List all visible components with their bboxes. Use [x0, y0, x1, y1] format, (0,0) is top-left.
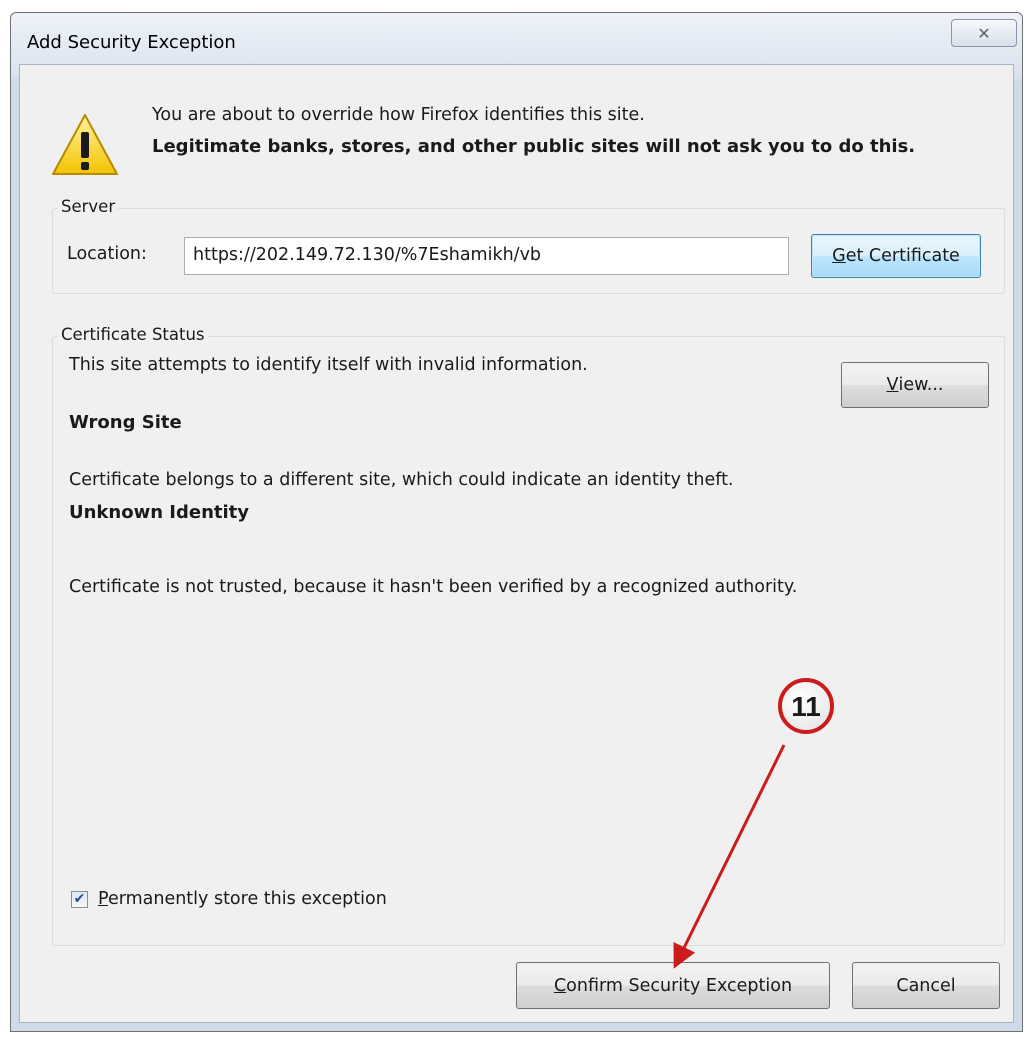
- permanent-store-label-text: ermanently store this exception: [107, 889, 387, 909]
- location-label: Location:: [67, 244, 147, 264]
- close-icon: ✕: [977, 23, 991, 43]
- wrong-site-description: Certificate belongs to a different site,…: [69, 470, 734, 490]
- unknown-identity-heading: Unknown Identity: [69, 502, 250, 523]
- get-certificate-mnemonic: G: [832, 246, 846, 266]
- permanent-store-mnemonic: P: [98, 889, 108, 909]
- wrong-site-heading: Wrong Site: [69, 412, 182, 433]
- unknown-identity-description: Certificate is not trusted, because it h…: [69, 577, 798, 597]
- certificate-status-group: Certificate Status This site attempts to…: [52, 325, 1005, 946]
- permanent-store-row[interactable]: ✔ Permanently store this exception: [71, 889, 387, 909]
- warning-icon: [52, 114, 118, 175]
- view-label: iew...: [898, 375, 944, 395]
- confirm-mnemonic: C: [553, 975, 567, 996]
- get-certificate-label: et Certificate: [845, 246, 960, 266]
- dialog-title: Add Security Exception: [27, 32, 236, 53]
- server-group: Server Location: https://202.149.72.130/…: [52, 197, 1005, 294]
- dialog-content: You are about to override how Firefox id…: [19, 64, 1014, 1023]
- confirm-label: onfirm Security Exception: [566, 975, 793, 996]
- checkmark-icon: ✔: [73, 891, 86, 907]
- permanent-store-label[interactable]: Permanently store this exception: [98, 889, 387, 909]
- confirm-security-exception-button[interactable]: Confirm Security Exception: [516, 962, 830, 1009]
- view-button[interactable]: View...: [841, 362, 989, 408]
- permanent-store-checkbox[interactable]: ✔: [71, 890, 88, 908]
- location-input[interactable]: https://202.149.72.130/%7Eshamikh/vb: [184, 237, 789, 275]
- server-group-legend: Server: [58, 197, 119, 216]
- add-security-exception-dialog: Add Security Exception ✕ You are about t…: [10, 12, 1023, 1032]
- title-bar[interactable]: Add Security Exception ✕: [11, 13, 1022, 65]
- certificate-status-legend: Certificate Status: [58, 325, 208, 344]
- view-mnemonic: V: [886, 375, 899, 395]
- close-button[interactable]: ✕: [951, 19, 1017, 47]
- intro-warning-text: You are about to override how Firefox id…: [152, 105, 645, 125]
- status-summary-text: This site attempts to identify itself wi…: [69, 355, 588, 375]
- intro-warning-bold-text: Legitimate banks, stores, and other publ…: [152, 136, 916, 157]
- get-certificate-button[interactable]: Get Certificate: [811, 234, 981, 278]
- cancel-button[interactable]: Cancel: [852, 962, 1000, 1009]
